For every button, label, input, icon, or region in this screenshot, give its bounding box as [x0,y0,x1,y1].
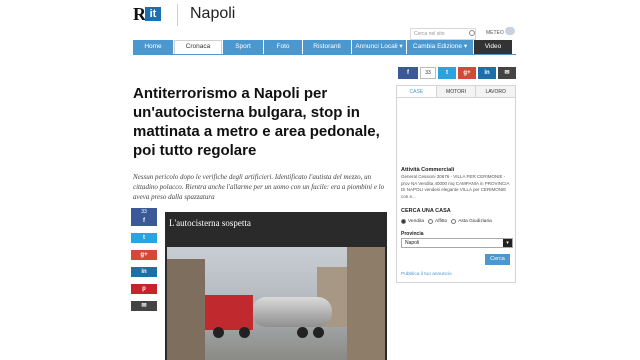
radio-dot [451,219,457,224]
search-input[interactable]: Cerca nel sito [410,28,476,40]
chevron-down-icon: ▾ [503,239,512,247]
linkedin-share-button[interactable]: in [131,267,157,277]
twitter-share-button[interactable]: t [131,233,157,243]
province-label: Provincia [401,231,424,237]
site-logo[interactable]: R it [133,4,165,24]
truck-wheel [297,327,308,338]
nav-cambia-edizione[interactable]: Cambia Edizione ▾ [407,40,473,54]
radio-label: Vendita [408,219,425,224]
category-title[interactable]: Attività Commerciali [401,167,454,173]
googleplus-share-button[interactable]: g+ [131,250,157,260]
search-icon[interactable] [469,30,475,36]
tanker-tank [252,297,332,327]
radio-dot [401,219,406,224]
facebook-icon: f [143,218,145,224]
truck-wheel [213,327,224,338]
truck-wheel [313,327,324,338]
site-header: R it Napoli [0,0,640,32]
facebook-button[interactable]: f [398,67,418,79]
article-photo[interactable]: L'autocisterna sospetta [165,212,387,360]
tab-motori[interactable]: MOTORI [436,86,477,97]
email-share-button[interactable]: ✉ [131,301,157,311]
tanker-truck-image [167,247,385,360]
linkedin-button[interactable]: in [478,67,496,79]
nav-video[interactable]: Video [474,40,512,54]
city-title[interactable]: Napoli [190,5,235,23]
facebook-share-button[interactable]: 33 f [131,208,157,226]
logo-letter: R [133,4,146,24]
province-value: Napoli [405,240,420,246]
publish-ad-link[interactable]: Pubblica il tuo annuncio [401,272,452,277]
pinterest-share-button[interactable]: p [131,284,157,294]
truck-wheel [239,327,250,338]
main-nav: Home Cronaca Sport Foto Ristoranti Annun… [133,40,516,54]
meteo-link[interactable]: METEO [486,30,504,36]
article-headline: Antiterrorismo a Napoli per un'autociste… [133,85,380,159]
radio-label: Asta Giudiziaria [458,219,492,224]
category-listing[interactable]: General Cessioni 30676 - VILLA PER CERIM… [401,174,511,200]
radio-label: Affitto [435,219,448,224]
photo-caption: L'autocisterna sospetta [169,218,251,228]
nav-cronaca[interactable]: Cronaca [174,40,222,54]
province-select[interactable]: Napoli ▾ [401,238,513,248]
logo-box: it [145,7,161,21]
nav-ristoranti[interactable]: Ristoranti [303,40,351,54]
nav-home[interactable]: Home [133,40,173,54]
sidebar-social-row: f 33 t g+ in ✉ [398,67,518,79]
facebook-count: 33 [420,67,436,79]
contract-radio-group: Vendita Affitto Asta Giudiziaria [401,219,496,224]
googleplus-button[interactable]: g+ [458,67,476,79]
truck-cab [205,295,253,330]
nav-sport[interactable]: Sport [223,40,263,54]
classifieds-tabs: CASE MOTORI LAVORO [397,86,516,98]
search-button[interactable]: Cerca [485,254,510,265]
email-button[interactable]: ✉ [498,67,516,79]
building-left [167,259,205,360]
radio-dot [428,219,434,224]
radio-asta[interactable]: Asta Giudiziaria [451,219,492,224]
classifieds-widget: CASE MOTORI LAVORO Attività Commerciali … [396,85,516,283]
nav-foto[interactable]: Foto [264,40,302,54]
building-right [347,247,385,360]
twitter-button[interactable]: t [438,67,456,79]
cloud-icon[interactable] [505,27,515,35]
nav-underline [133,54,516,55]
share-column: 33 f t g+ in p ✉ [131,208,158,318]
tab-case[interactable]: CASE [397,86,437,97]
house-search-title: CERCA UNA CASA [401,208,451,214]
article-summary: Nessun pericolo dopo le verifiche degli … [133,173,385,201]
header-divider [177,4,178,26]
radio-affitto[interactable]: Affitto [428,219,447,224]
radio-vendita[interactable]: Vendita [401,219,424,224]
facebook-share-count: 33 [141,209,147,215]
tab-lavoro[interactable]: LAVORO [476,86,516,97]
nav-annunci-locali[interactable]: Annunci Locali ▾ [352,40,406,54]
